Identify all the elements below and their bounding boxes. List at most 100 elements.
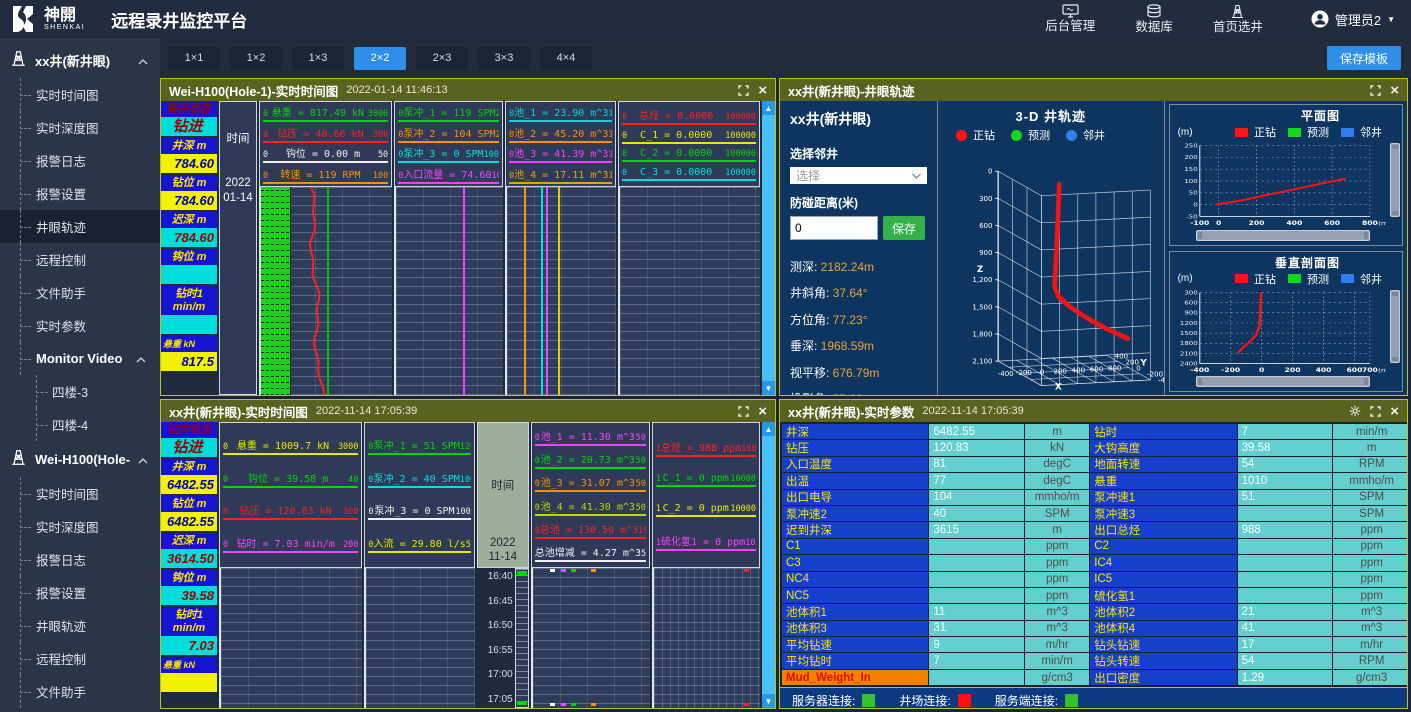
vertical-scrollbar[interactable]: ▲▼ bbox=[762, 422, 775, 708]
sidebar-item-井眼轨迹[interactable]: 井眼轨迹 bbox=[0, 210, 160, 243]
svg-text:1,500: 1,500 bbox=[972, 302, 992, 311]
neighbor-well-select[interactable]: 选择 bbox=[790, 167, 927, 184]
chevron-up-icon bbox=[138, 53, 148, 68]
nav-item-首页选井[interactable]: 首页选井 bbox=[1213, 4, 1263, 35]
param-unit: mmho/m bbox=[1025, 490, 1089, 505]
curve-label-row: 0悬重 = 817.49 kN3000 bbox=[263, 104, 388, 122]
sidebar-item-四楼-4[interactable]: 四楼-4 bbox=[0, 408, 160, 441]
scroll-down-icon[interactable]: ▼ bbox=[762, 381, 775, 395]
info-group: 钻井状态钻进 bbox=[161, 422, 217, 457]
parameters-table: 井深6482.55m钻时7min/m钻压120.83kN大钩高度39.58m入口… bbox=[780, 422, 1407, 687]
layout-button-2x2[interactable]: 2×2 bbox=[354, 47, 406, 70]
svg-text:400: 400 bbox=[1072, 365, 1085, 374]
sidebar-item-label: 实时时间图 bbox=[36, 484, 99, 503]
sidebar-item-monitor-video[interactable]: Monitor Video bbox=[0, 342, 160, 375]
anticollision-distance-input[interactable] bbox=[790, 216, 878, 240]
close-icon[interactable]: × bbox=[758, 83, 767, 98]
user-name: 管理员2 bbox=[1335, 10, 1381, 29]
expand-icon[interactable] bbox=[738, 406, 749, 417]
curve-label-row: 0C_3 = 0.0000100000 bbox=[622, 167, 756, 181]
sidebar-well-header[interactable]: Wei-H100(Hole-1) bbox=[0, 441, 160, 477]
stat-value: 77.23° bbox=[833, 392, 868, 395]
layout-button-3x3[interactable]: 3×3 bbox=[478, 47, 530, 70]
sidebar-item-报警设置[interactable]: 报警设置 bbox=[0, 576, 160, 609]
close-icon[interactable]: × bbox=[1390, 404, 1399, 419]
sidebar-item-实时深度图[interactable]: 实时深度图 bbox=[0, 510, 160, 543]
layout-button-1x3[interactable]: 1×3 bbox=[292, 47, 344, 70]
time-column: 时间202211-1416:4016:4516:5016:5517:0017:0… bbox=[477, 422, 529, 708]
sidebar-well-header[interactable]: xx井(新井眼) bbox=[0, 42, 160, 78]
layout-button-1x1[interactable]: 1×1 bbox=[168, 47, 220, 70]
save-template-button[interactable]: 保存模板 bbox=[1327, 46, 1401, 70]
status-label: 服务器连接: bbox=[792, 692, 855, 709]
top-bar: 神開 SHENKAI 远程录井监控平台 后台管理数据库首页选井 管理员2 ▼ bbox=[0, 0, 1411, 38]
status-light bbox=[862, 694, 875, 707]
legend-label: 邻井 bbox=[1083, 127, 1105, 143]
sidebar-item-实时参数[interactable]: 实时参数 bbox=[0, 309, 160, 342]
3d-trajectory-plot: 03006009001,2001,5001,8002,100Z-400-2000… bbox=[938, 143, 1164, 395]
param-unit: m/hr bbox=[1025, 637, 1089, 652]
svg-text:900: 900 bbox=[979, 248, 992, 257]
user-menu[interactable]: 管理员2 ▼ bbox=[1311, 10, 1395, 29]
stat-value: 1968.59m bbox=[821, 339, 874, 353]
nav-item-后台管理[interactable]: 后台管理 bbox=[1045, 4, 1095, 34]
info-group: 钻时1 min/m bbox=[161, 286, 217, 334]
gear-icon[interactable] bbox=[1349, 405, 1361, 417]
plan-vertical-scrollbar[interactable] bbox=[1390, 143, 1400, 217]
scroll-up-icon[interactable]: ▲ bbox=[762, 422, 775, 436]
sidebar-item-报警日志[interactable]: 报警日志 bbox=[0, 144, 160, 177]
shenkai-logo-icon bbox=[10, 5, 36, 33]
curve-name-value: 钻压 = 120.83 kN bbox=[228, 502, 343, 517]
vertical-section-chart: 垂直剖面图 (m) 正钻预测邻井 30060090012001500180021… bbox=[1169, 251, 1403, 393]
sidebar-item-四楼-3[interactable]: 四楼-3 bbox=[0, 375, 160, 408]
scroll-down-icon[interactable]: ▼ bbox=[762, 694, 775, 708]
nav-item-数据库[interactable]: 数据库 bbox=[1135, 4, 1173, 35]
sidebar-item-井眼轨迹[interactable]: 井眼轨迹 bbox=[0, 609, 160, 642]
chart-track-2: 0泵冲_1 = 119 SPM2000泵冲_2 = 104 SPM2000泵冲_… bbox=[394, 101, 503, 395]
layout-button-1x2[interactable]: 1×2 bbox=[230, 47, 282, 70]
trajectory-stat: 方位角: 77.23° bbox=[790, 311, 927, 328]
sidebar-item-实时时间图[interactable]: 实时时间图 bbox=[0, 78, 160, 111]
vertical-scrollbar[interactable]: ▲▼ bbox=[762, 101, 775, 395]
nav-item-label: 首页选井 bbox=[1213, 20, 1263, 34]
param-unit: g/cm3 bbox=[1025, 670, 1089, 685]
svg-text:300: 300 bbox=[1184, 290, 1197, 296]
sidebar-item-实时时间图[interactable]: 实时时间图 bbox=[0, 477, 160, 510]
curve-max: 100 bbox=[608, 171, 612, 181]
scroll-up-icon[interactable]: ▲ bbox=[762, 101, 775, 115]
param-value: 31 bbox=[929, 621, 1024, 636]
save-distance-button[interactable]: 保存 bbox=[883, 216, 925, 240]
layout-button-4x4[interactable]: 4×4 bbox=[540, 47, 592, 70]
sidebar-item-label: 远程控制 bbox=[36, 250, 86, 269]
derrick-icon bbox=[10, 449, 27, 469]
info-value: 6482.55 bbox=[161, 512, 217, 531]
sidebar-item-文件助手[interactable]: 文件助手 bbox=[0, 276, 160, 309]
time-tick-label: 16:55 bbox=[477, 645, 513, 656]
layout-button-2x3[interactable]: 2×3 bbox=[416, 47, 468, 70]
param-value: 51 bbox=[1238, 490, 1333, 505]
close-icon[interactable]: × bbox=[758, 404, 767, 419]
sidebar-item-报警设置[interactable]: 报警设置 bbox=[0, 177, 160, 210]
section-vertical-scrollbar[interactable] bbox=[1390, 290, 1400, 364]
track-header: 1总烃 = 988 ppm100001C_1 = 0 ppm100001C_2 … bbox=[652, 422, 760, 568]
section-horizontal-scrollbar[interactable] bbox=[1196, 376, 1370, 387]
plan-horizontal-scrollbar[interactable] bbox=[1196, 230, 1370, 241]
curve-label-row: 0入流 = 29.80 l/s50 bbox=[368, 535, 470, 553]
sidebar-item-报警日志[interactable]: 报警日志 bbox=[0, 543, 160, 576]
top-nav: 后台管理 数据库首页选井 bbox=[1045, 4, 1263, 35]
param-label: C2 bbox=[1090, 539, 1236, 554]
sidebar-item-label: 实时深度图 bbox=[36, 118, 99, 137]
curve-label-row: 0钻压 = 120.83 kN300 bbox=[223, 502, 358, 520]
expand-icon[interactable] bbox=[1370, 406, 1381, 417]
curve-label-row: 0池_1 = 11.30 m^350 bbox=[535, 428, 646, 446]
legend-swatch bbox=[1235, 274, 1248, 283]
sidebar-item-远程控制[interactable]: 远程控制 bbox=[0, 642, 160, 675]
sidebar-item-远程控制[interactable]: 远程控制 bbox=[0, 243, 160, 276]
expand-icon[interactable] bbox=[738, 85, 749, 96]
sidebar-item-文件助手[interactable]: 文件助手 bbox=[0, 675, 160, 708]
connection-status-bar: 服务器连接:井场连接:服务端连接: bbox=[780, 687, 1407, 709]
expand-icon[interactable] bbox=[1370, 85, 1381, 96]
close-icon[interactable]: × bbox=[1390, 83, 1399, 98]
sidebar-item-实时深度图[interactable]: 实时深度图 bbox=[0, 111, 160, 144]
legend-swatch bbox=[1235, 128, 1248, 137]
